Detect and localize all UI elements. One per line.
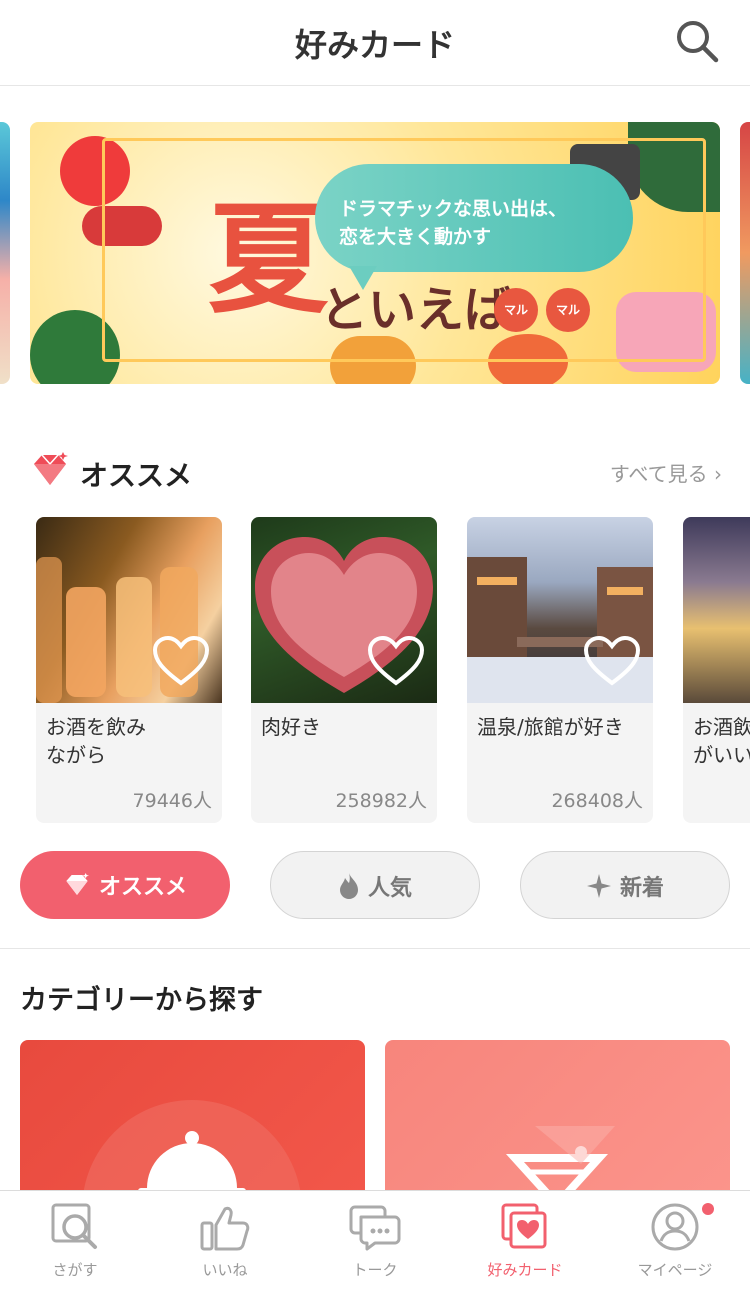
card-member-count: 268408人: [551, 790, 643, 812]
card-member-count: 79446人: [132, 790, 212, 812]
filter-popular-button[interactable]: 人気: [270, 851, 480, 919]
interest-card[interactable]: お酒飲 がいい: [683, 517, 750, 823]
see-all-label: すべて見る: [609, 462, 708, 486]
diamond-icon: [34, 452, 68, 485]
category-section-title: カテゴリーから探す: [20, 985, 263, 1016]
recommend-cards-carousel[interactable]: お酒を飲み ながら 79446人 肉好き 258982人 温泉/旅館が好き 26…: [36, 517, 750, 823]
heart-outline-icon[interactable]: [367, 635, 425, 687]
top-header: 好みカード: [0, 0, 750, 86]
card-member-count: 258982人: [335, 790, 427, 812]
heart-outline-icon[interactable]: [152, 635, 210, 687]
interest-card[interactable]: 肉好き 258982人: [251, 517, 437, 823]
see-all-link[interactable]: すべて見る ›: [610, 458, 722, 487]
heart-card-icon: [501, 1203, 547, 1249]
interest-card[interactable]: お酒を飲み ながら 79446人: [36, 517, 222, 823]
maru-badge: マル: [546, 288, 590, 332]
section-divider: [0, 948, 750, 949]
speech-bubble: ドラマチックな思い出は、 恋を大きく動かす: [315, 164, 633, 290]
banner-carousel[interactable]: 夏 ドラマチックな思い出は、 恋を大きく動かす といえば マル マル: [0, 122, 750, 384]
card-title: お酒飲 がいい: [693, 715, 750, 767]
diamond-icon: [66, 873, 89, 895]
tab-talk[interactable]: トーク: [300, 1191, 450, 1290]
cocktail-icon: [505, 1126, 615, 1200]
summer-banner[interactable]: 夏 ドラマチックな思い出は、 恋を大きく動かす といえば マル マル: [30, 122, 720, 384]
card-image-wine-sunset: [683, 517, 750, 703]
search-icon[interactable]: [674, 18, 720, 64]
maru-badge: マル: [494, 288, 538, 332]
cloche-icon: [82, 1100, 302, 1200]
flame-icon: [339, 873, 358, 899]
heart-outline-icon[interactable]: [583, 635, 641, 687]
chevron-right-icon: ›: [714, 462, 722, 486]
sparkle-icon: [586, 874, 611, 898]
bubble-text-line2: 恋を大きく動かす: [339, 226, 492, 248]
recommend-section-header: オススメ すべて見る ›: [30, 450, 722, 494]
tab-cards[interactable]: 好みカード: [450, 1191, 600, 1290]
bottom-tab-bar: さがす いいね トーク 好みカード マイページ: [0, 1190, 750, 1290]
banner-next-peek[interactable]: [740, 122, 750, 384]
category-card-drinks[interactable]: [385, 1040, 730, 1200]
chat-bubble-icon: [349, 1205, 401, 1251]
bubble-text-line1: ドラマチックな思い出は、: [339, 198, 568, 220]
banner-kanji: 夏: [208, 189, 328, 330]
banner-prev-peek[interactable]: [0, 122, 10, 384]
tab-label: トーク: [352, 1261, 398, 1279]
thumbs-up-icon: [200, 1206, 250, 1251]
tab-search[interactable]: さがす: [0, 1191, 150, 1290]
tab-mypage[interactable]: マイページ: [600, 1191, 750, 1290]
tab-label: さがす: [52, 1261, 98, 1279]
filter-popular-label: 人気: [367, 876, 412, 901]
filter-new-button[interactable]: 新着: [520, 851, 730, 919]
interest-card[interactable]: 温泉/旅館が好き 268408人: [467, 517, 653, 823]
section-title: オススメ: [80, 459, 193, 492]
notification-dot: [702, 1203, 714, 1215]
tab-label: いいね: [202, 1261, 248, 1279]
tab-label: 好みカード: [487, 1261, 563, 1279]
filter-recommend-label: オススメ: [98, 875, 187, 900]
tab-likes[interactable]: いいね: [150, 1191, 300, 1290]
card-title: お酒を飲み ながら: [46, 715, 146, 767]
card-title: 肉好き: [261, 715, 321, 739]
filter-recommend-button[interactable]: オススメ: [20, 851, 230, 919]
filter-new-label: 新着: [619, 876, 664, 901]
category-card-food[interactable]: [20, 1040, 365, 1200]
card-title: 温泉/旅館が好き: [477, 715, 624, 739]
search-square-icon: [51, 1203, 97, 1249]
page-title: 好みカード: [294, 26, 455, 64]
user-profile-icon: [651, 1203, 699, 1251]
banner-subtitle: といえば: [320, 282, 513, 338]
tab-label: マイページ: [637, 1261, 713, 1279]
